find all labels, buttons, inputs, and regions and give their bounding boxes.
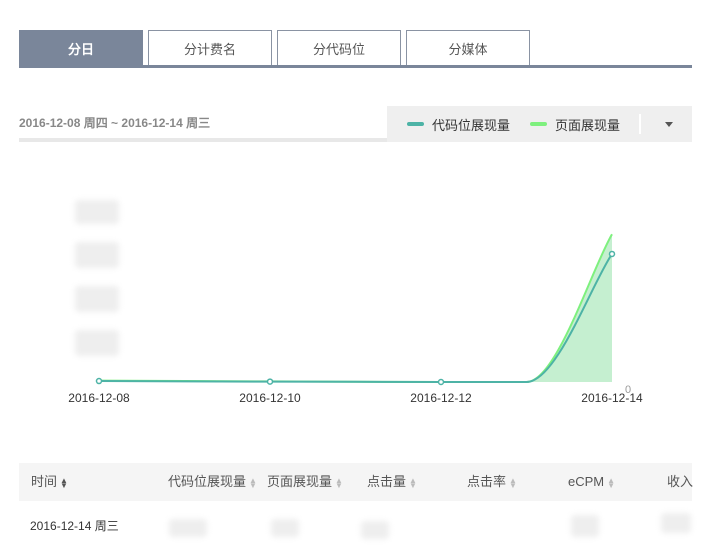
x-tick-label: 2016-12-12 bbox=[410, 391, 472, 405]
col-header-label: 点击量 bbox=[367, 474, 407, 489]
legend-item-slot-impressions[interactable]: 代码位展现量 bbox=[407, 115, 510, 134]
col-header-label: 点击率 bbox=[467, 474, 507, 489]
blurred-cell bbox=[571, 515, 599, 537]
chart-svg: 2016-12-08 2016-12-10 2016-12-12 2016-12-14… bbox=[68, 233, 643, 405]
legend-label-slot-impressions: 代码位展现量 bbox=[432, 117, 511, 133]
series-area-page-impressions bbox=[99, 234, 612, 382]
legend-label-page-impressions: 页面展现量 bbox=[555, 117, 621, 133]
col-header-label: 收入 bbox=[667, 474, 694, 489]
date-range-label[interactable]: 2016-12-08 周四 ~ 2016-12-14 周三 bbox=[19, 106, 387, 142]
toolbar-divider bbox=[639, 114, 641, 134]
table-row: 2016-12-14 周三 bbox=[19, 507, 692, 545]
tab-by-day[interactable]: 分日 bbox=[19, 30, 143, 65]
col-header-ecpm[interactable]: eCPM ▲ ▼ bbox=[568, 463, 615, 501]
col-header-label: 代码位展现量 bbox=[168, 474, 247, 489]
y-tick-label: 0 bbox=[625, 384, 631, 396]
metric-dropdown-button[interactable] bbox=[649, 106, 689, 142]
sort-icon: ▲ ▼ bbox=[607, 475, 616, 490]
col-header-label: eCPM bbox=[568, 474, 605, 489]
cell-date: 2016-12-14 周三 bbox=[30, 519, 119, 533]
blurred-cell bbox=[661, 513, 691, 533]
chart-legend: 代码位展现量 页面展现量 bbox=[387, 106, 639, 142]
col-header-label: 页面展现量 bbox=[267, 474, 333, 489]
sort-icon: ▲ ▼ bbox=[335, 475, 343, 490]
data-point bbox=[95, 377, 103, 385]
tab-by-media[interactable]: 分媒体 bbox=[406, 30, 530, 65]
sort-icon: ▲ ▼ bbox=[509, 475, 517, 490]
col-header-revenue[interactable]: 收入 bbox=[667, 463, 693, 501]
col-header-page-impressions[interactable]: 页面展现量 ▲ ▼ bbox=[267, 463, 343, 501]
data-point bbox=[437, 378, 445, 386]
impressions-line-chart: 2016-12-08 2016-12-10 2016-12-12 2016-12-14… bbox=[0, 180, 708, 410]
col-header-time[interactable]: 时间 ▲ ▼ bbox=[31, 463, 68, 501]
sort-icon: ▲ ▼ bbox=[409, 475, 417, 490]
col-header-label: 时间 bbox=[31, 474, 58, 489]
col-header-ctr[interactable]: 点击率 ▲ ▼ bbox=[467, 463, 517, 501]
x-tick-label: 2016-12-10 bbox=[239, 391, 301, 405]
tab-by-billing-name[interactable]: 分计费名 bbox=[148, 30, 272, 65]
sort-icon: ▲ ▼ bbox=[60, 475, 68, 490]
x-tick-label: 2016-12-08 bbox=[68, 391, 130, 405]
report-tabs: 分日 分计费名 分代码位 分媒体 bbox=[19, 30, 692, 68]
data-point bbox=[608, 250, 616, 258]
series-line-slot-impressions bbox=[98, 253, 613, 383]
legend-swatch-slot-impressions bbox=[407, 122, 424, 126]
caret-down-icon bbox=[665, 121, 673, 127]
legend-swatch-page-impressions bbox=[530, 122, 548, 126]
col-header-clicks[interactable]: 点击量 ▲ ▼ bbox=[367, 463, 417, 501]
sort-icon: ▲ ▼ bbox=[249, 475, 257, 490]
blurred-cell bbox=[361, 521, 389, 539]
col-header-slot-impressions[interactable]: 代码位展现量 ▲ ▼ bbox=[168, 463, 257, 501]
blurred-cell bbox=[271, 519, 299, 537]
data-point bbox=[266, 378, 274, 385]
legend-item-page-impressions[interactable]: 页面展现量 bbox=[530, 115, 620, 134]
series-line-page-impressions bbox=[98, 233, 613, 383]
x-tick-label: 2016-12-14 bbox=[581, 391, 643, 405]
blurred-cell bbox=[169, 519, 207, 537]
chart-toolbar: 2016-12-08 周四 ~ 2016-12-14 周三 代码位展现量 页面展… bbox=[19, 106, 692, 142]
table-header: 时间 ▲ ▼ 代码位展现量 ▲ ▼ 页面展现量 ▲ ▼ 点击量 ▲ ▼ 点击率 ▲ ▼ eCPM ▲ ▼… bbox=[19, 463, 693, 501]
tab-by-ad-slot[interactable]: 分代码位 bbox=[277, 30, 401, 65]
